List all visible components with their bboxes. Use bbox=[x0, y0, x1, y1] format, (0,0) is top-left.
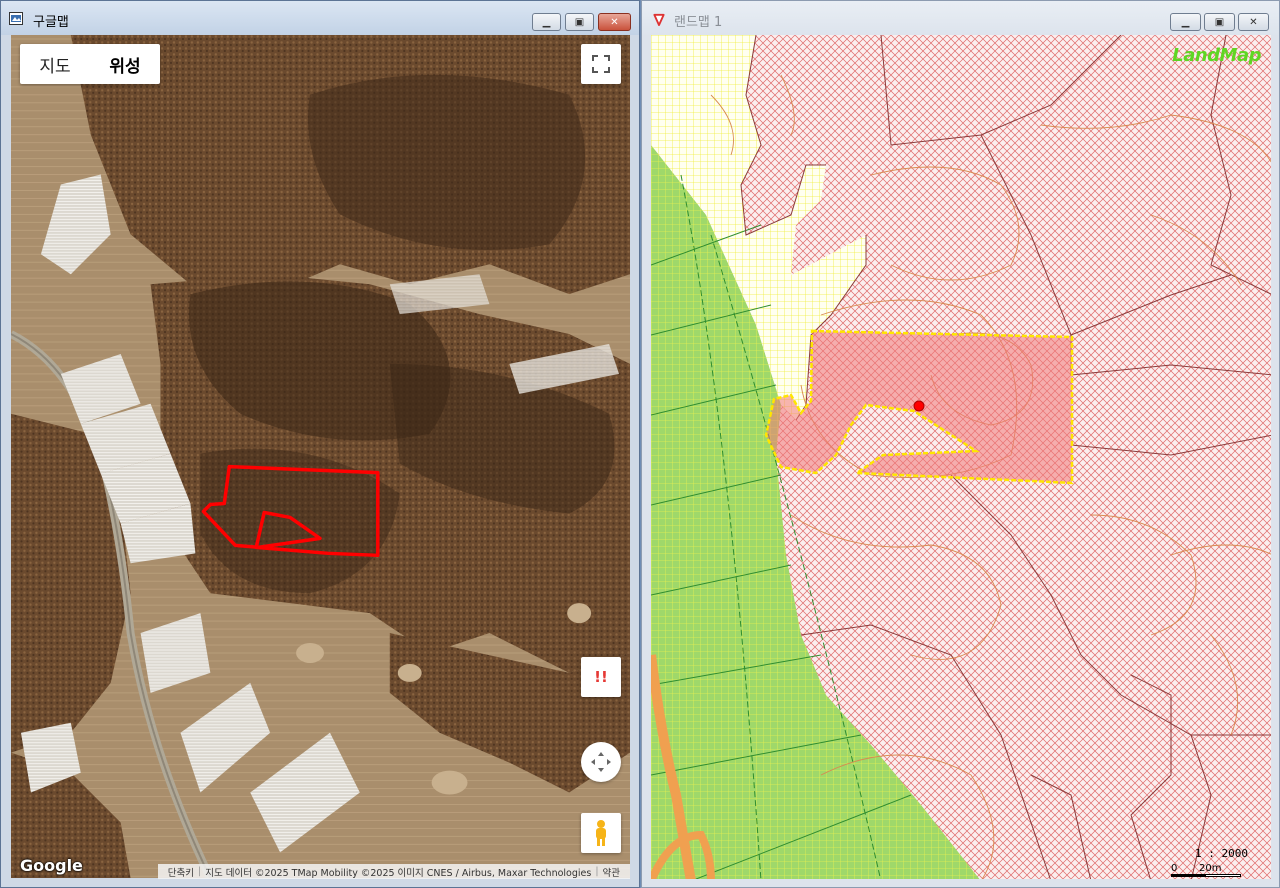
street-view-pegman-icon bbox=[596, 820, 606, 846]
close-icon: ✕ bbox=[1249, 16, 1258, 28]
minimize-icon: ▁ bbox=[1181, 16, 1190, 28]
map-viewport[interactable]: 지도 위성 !! Google 단축키 | 지도 데이터 ©2025 TMap … bbox=[11, 35, 630, 879]
scale-line bbox=[1171, 874, 1241, 877]
window-title: 구글맵 bbox=[33, 15, 69, 30]
map-viewport[interactable]: LandMap 1 : 2000 0 20m bbox=[651, 35, 1271, 879]
close-button[interactable]: ✕ bbox=[1238, 13, 1269, 31]
title-bar[interactable]: 랜드맵 1 ▁ ▣ ✕ bbox=[642, 1, 1279, 35]
scale-ratio: 1 : 2000 bbox=[1195, 847, 1248, 860]
google-logo: Google bbox=[20, 856, 83, 875]
maximize-button[interactable]: ▣ bbox=[1204, 13, 1235, 31]
maximize-icon: ▣ bbox=[1214, 16, 1225, 28]
landmap-window: 랜드맵 1 ▁ ▣ ✕ LandMap 1: 2000 0 20m bbox=[641, 0, 1280, 888]
maximize-button[interactable]: ▣ bbox=[565, 13, 594, 31]
scale-zero: 0 bbox=[1171, 863, 1178, 874]
maximize-icon: ▣ bbox=[574, 16, 585, 28]
scale-bar: 0 20m bbox=[1171, 863, 1241, 877]
title-bar[interactable]: 구글맵 ▁ ▣ ✕ bbox=[1, 1, 639, 35]
camera-move-icon bbox=[591, 752, 611, 772]
google-map-window: 구글맵 ▁ ▣ ✕ 지도 위성 !! Google 단축키 | 지도 데이터 ©… bbox=[0, 0, 640, 888]
alert-button[interactable]: !! bbox=[581, 657, 621, 697]
map-type-satellite-button[interactable]: 위성 bbox=[90, 44, 160, 84]
keyboard-shortcuts-link[interactable]: 단축키 bbox=[164, 865, 198, 879]
app-icon bbox=[653, 13, 665, 26]
terms-link[interactable]: 약관 bbox=[599, 865, 624, 879]
fullscreen-button[interactable] bbox=[581, 44, 621, 84]
location-marker bbox=[913, 400, 925, 412]
alert-icon: !! bbox=[594, 668, 608, 686]
minimize-button[interactable]: ▁ bbox=[532, 13, 561, 31]
scale-distance: 20m bbox=[1199, 863, 1222, 874]
app-icon bbox=[9, 12, 23, 25]
street-view-button[interactable] bbox=[581, 813, 621, 853]
landmap-logo: LandMap bbox=[1172, 45, 1261, 66]
map-type-map-button[interactable]: 지도 bbox=[20, 44, 90, 84]
map-data-credit: 지도 데이터 ©2025 TMap Mobility ©2025 이미지 CNE… bbox=[205, 867, 592, 879]
camera-control-button[interactable] bbox=[581, 742, 621, 782]
close-button[interactable]: ✕ bbox=[598, 13, 631, 31]
fullscreen-icon bbox=[592, 55, 610, 73]
satellite-imagery[interactable] bbox=[11, 35, 630, 879]
window-title: 랜드맵 1 bbox=[674, 15, 723, 30]
close-icon: ✕ bbox=[610, 16, 619, 28]
minimize-icon: ▁ bbox=[542, 16, 551, 28]
map-attribution: 단축키 | 지도 데이터 ©2025 TMap Mobility ©2025 이… bbox=[157, 864, 630, 879]
cadastral-map[interactable] bbox=[651, 35, 1271, 879]
map-type-control: 지도 위성 bbox=[20, 44, 160, 84]
minimize-button[interactable]: ▁ bbox=[1170, 13, 1201, 31]
